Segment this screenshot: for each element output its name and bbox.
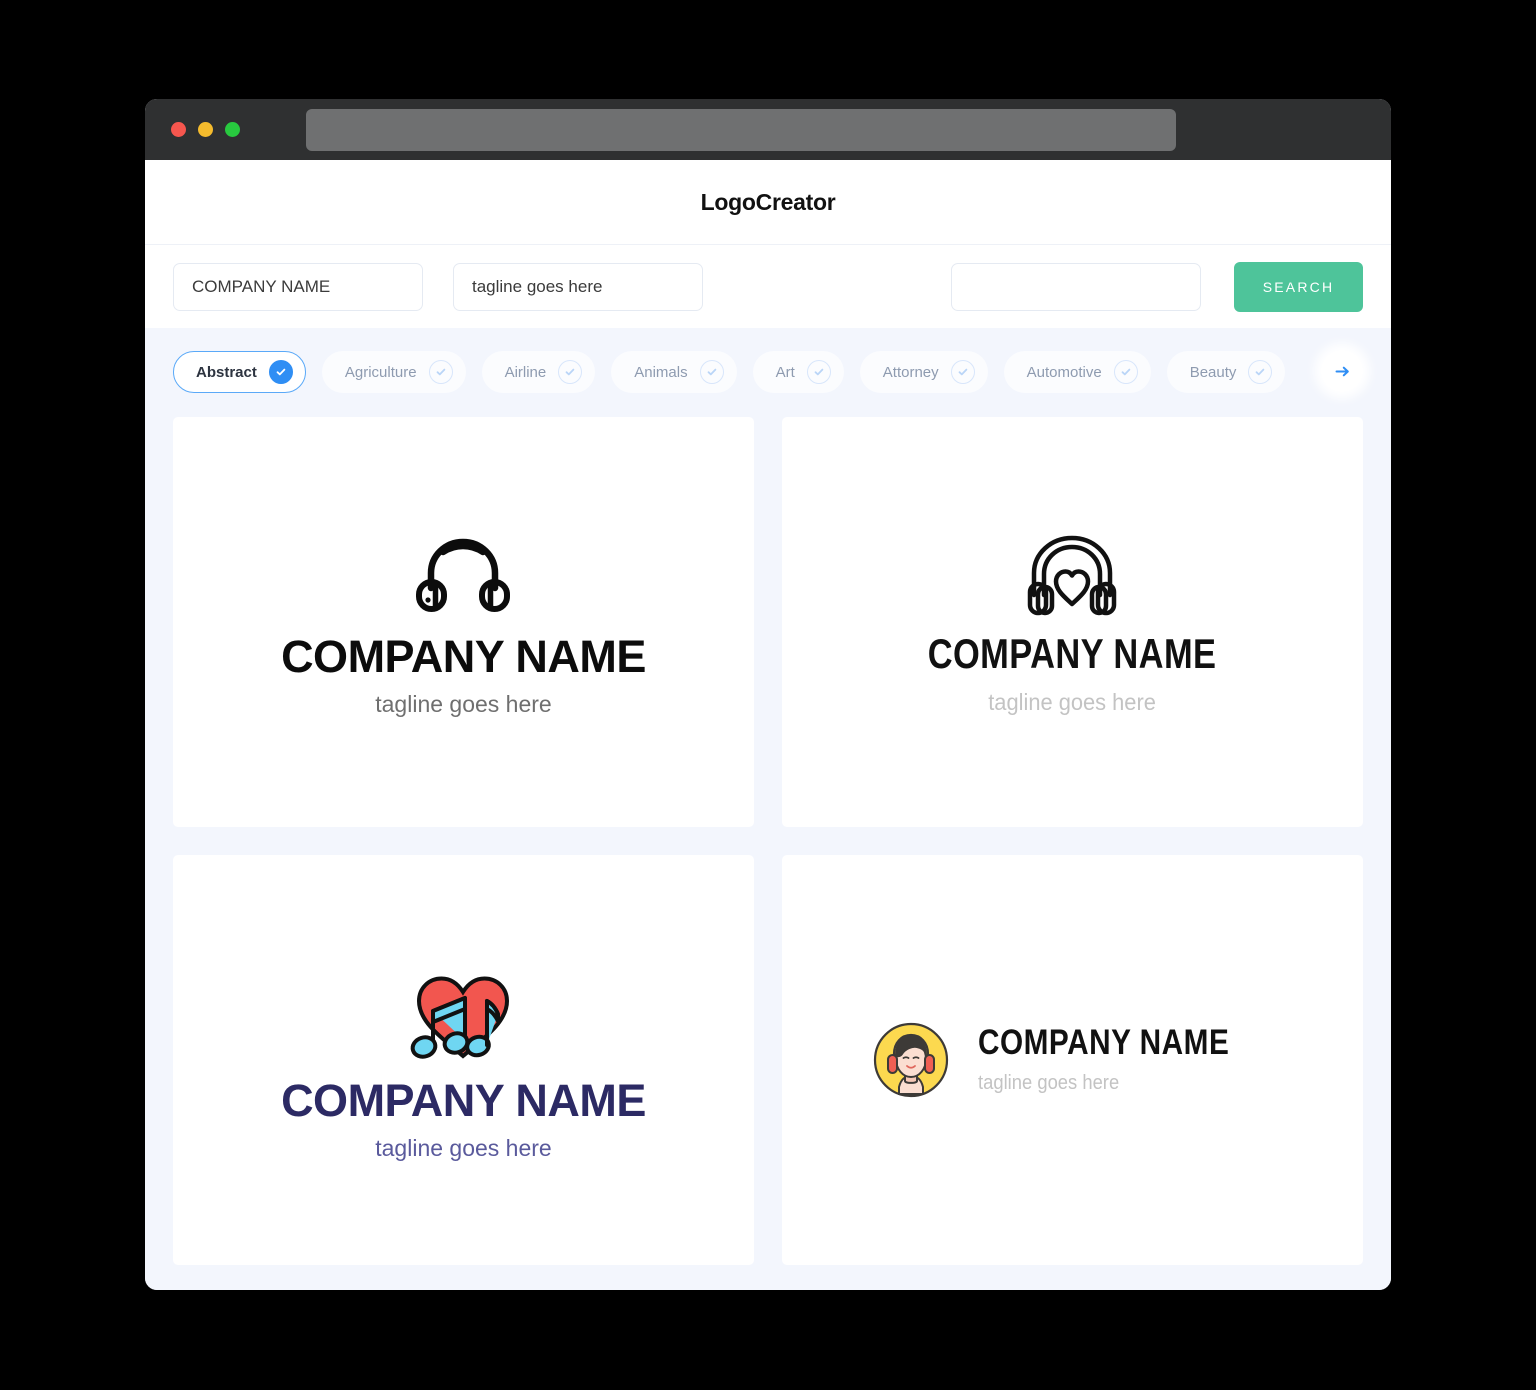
girl-headphones-avatar-icon [873, 1022, 948, 1098]
brand-title: LogoCreator [700, 188, 836, 215]
browser-titlebar [145, 99, 1391, 160]
logo-card[interactable]: COMPANY NAME tagline goes here [173, 417, 754, 827]
close-window-icon[interactable] [171, 122, 186, 137]
maximize-window-icon[interactable] [225, 122, 240, 137]
category-chip-attorney[interactable]: Attorney [859, 351, 988, 393]
logo-company-name: COMPANY NAME [928, 629, 1217, 677]
logo-card[interactable]: COMPANY NAME tagline goes here [782, 417, 1363, 827]
logo-tagline: tagline goes here [988, 688, 1157, 715]
category-filter-bar: Abstract Agriculture Airline Animals Art… [145, 328, 1391, 417]
tagline-input[interactable] [453, 262, 703, 311]
minimize-window-icon[interactable] [198, 122, 213, 137]
check-circle-icon [428, 360, 453, 384]
logo-card[interactable]: COMPANY NAME tagline goes here [782, 855, 1363, 1265]
search-bar: SEARCH [145, 244, 1391, 328]
logo-text-block: COMPANY NAME tagline goes here [978, 1025, 1274, 1095]
search-button[interactable]: SEARCH [1234, 261, 1363, 312]
category-chip-label: Agriculture [344, 363, 417, 381]
category-chip-label: Attorney [882, 363, 939, 381]
check-circle-icon [806, 360, 831, 384]
category-chip-label: Airline [504, 363, 547, 381]
logo-preview: COMPANY NAME tagline goes here [281, 526, 646, 718]
headphones-heart-icon [1028, 535, 1117, 615]
logo-card[interactable]: COMPANY NAME tagline goes here [173, 855, 754, 1265]
category-chip-label: Art [775, 363, 795, 381]
heart-music-notes-icon [411, 975, 510, 1059]
category-chip-label: Abstract [196, 363, 257, 381]
company-name-input[interactable] [173, 262, 423, 311]
logo-tagline: tagline goes here [977, 1072, 1119, 1094]
logo-preview: COMPANY NAME tagline goes here [896, 529, 1248, 716]
logo-company-name: COMPANY NAME [977, 1023, 1229, 1062]
category-chip-airline[interactable]: Airline [481, 351, 596, 393]
category-chip-animals[interactable]: Animals [611, 351, 737, 393]
logo-tagline: tagline goes here [375, 1134, 552, 1161]
browser-window: LogoCreator SEARCH Abstract Agriculture [145, 99, 1391, 1290]
check-circle-icon [558, 360, 583, 384]
category-chip-art[interactable]: Art [752, 351, 844, 393]
app-header: LogoCreator [145, 160, 1391, 244]
check-circle-icon [950, 360, 975, 384]
category-chip-list: Abstract Agriculture Airline Animals Art… [173, 351, 1391, 393]
keyword-input[interactable] [951, 262, 1201, 311]
logo-company-name: COMPANY NAME [281, 631, 646, 682]
logo-company-name: COMPANY NAME [281, 1074, 646, 1126]
arrow-right-icon [1335, 366, 1349, 376]
headphones-icon [416, 538, 511, 612]
categories-next-button[interactable] [1321, 350, 1363, 392]
logo-tagline: tagline goes here [375, 691, 552, 717]
category-chip-label: Automotive [1026, 363, 1102, 381]
logo-preview: COMPANY NAME tagline goes here [872, 1021, 1274, 1099]
address-bar[interactable] [306, 108, 1176, 151]
logo-preview: COMPANY NAME tagline goes here [281, 959, 646, 1162]
check-circle-icon [268, 360, 293, 384]
check-circle-icon [1248, 360, 1273, 384]
category-chip-label: Beauty [1189, 363, 1237, 381]
traffic-lights [171, 122, 240, 137]
category-chip-automotive[interactable]: Automotive [1003, 351, 1151, 393]
category-chip-agriculture[interactable]: Agriculture [321, 351, 466, 393]
check-circle-icon [1113, 360, 1138, 384]
logo-results-grid: COMPANY NAME tagline goes here COMPANY N… [145, 417, 1391, 1290]
category-chip-label: Animals [634, 363, 688, 381]
category-chip-abstract[interactable]: Abstract [173, 351, 306, 393]
check-circle-icon [699, 360, 724, 384]
category-chip-beauty[interactable]: Beauty [1166, 351, 1286, 393]
